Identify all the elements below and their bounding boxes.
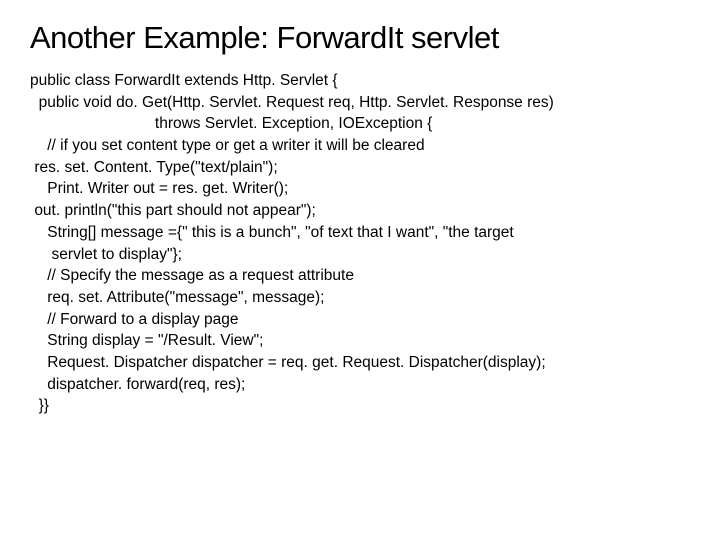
- code-block: public class ForwardIt extends Http. Ser…: [30, 70, 690, 417]
- slide-title: Another Example: ForwardIt servlet: [30, 20, 690, 56]
